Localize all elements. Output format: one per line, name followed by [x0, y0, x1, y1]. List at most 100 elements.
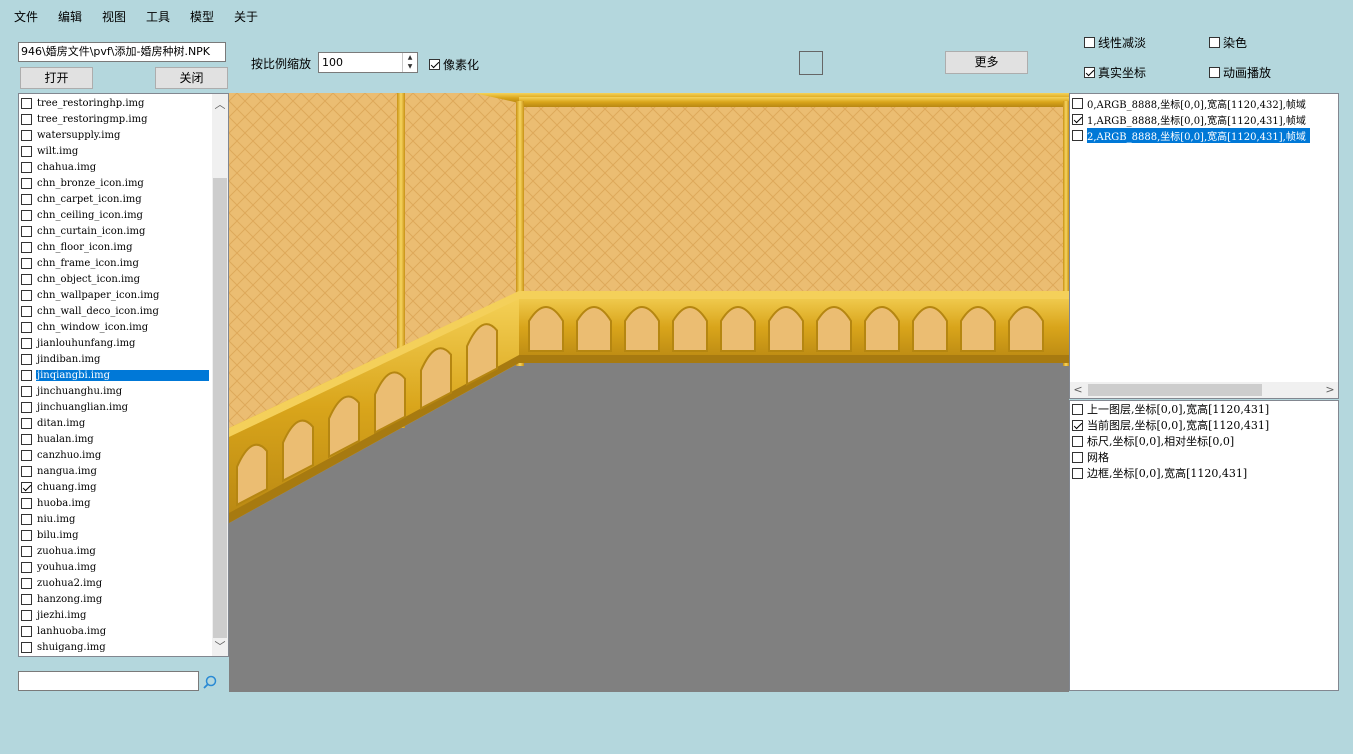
overlay-option-item[interactable]: 当前图层,坐标[0,0],宽高[1120,431] — [1072, 417, 1269, 433]
file-checkbox[interactable] — [21, 465, 32, 477]
scroll-right-icon[interactable]: > — [1322, 383, 1338, 396]
overlay-checkbox[interactable] — [1072, 419, 1083, 431]
file-list-item[interactable]: hualan.img — [21, 431, 211, 447]
file-path-field[interactable]: 946\婚房文件\pvf\添加-婚房种树.NPK — [18, 42, 226, 62]
file-checkbox[interactable] — [21, 609, 32, 621]
scale-spinbox[interactable]: 100 ▲ ▼ — [318, 52, 418, 73]
file-checkbox[interactable] — [21, 161, 32, 173]
animation-checkbox[interactable]: 动画播放 — [1209, 64, 1271, 81]
search-icon[interactable] — [203, 675, 217, 689]
real-coords-checkbox[interactable]: 真实坐标 — [1084, 64, 1146, 81]
file-checkbox[interactable] — [21, 129, 32, 141]
file-list-item[interactable]: nangua.img — [21, 463, 211, 479]
spin-up-icon[interactable]: ▲ — [403, 53, 417, 62]
file-checkbox[interactable] — [21, 257, 32, 269]
open-button[interactable]: 打开 — [20, 67, 93, 89]
file-list-item[interactable]: chn_carpet_icon.img — [21, 191, 211, 207]
layer-checkbox[interactable] — [1072, 129, 1083, 141]
file-checkbox[interactable] — [21, 561, 32, 573]
spin-down-icon[interactable]: ▼ — [403, 62, 417, 71]
file-list-item[interactable]: chn_wall_deco_icon.img — [21, 303, 211, 319]
file-list-item[interactable]: chn_wallpaper_icon.img — [21, 287, 211, 303]
file-list-item[interactable]: jinchuanghu.img — [21, 383, 211, 399]
file-checkbox[interactable] — [21, 433, 32, 445]
scroll-left-icon[interactable]: < — [1070, 383, 1086, 396]
file-checkbox[interactable] — [21, 449, 32, 461]
menu-edit[interactable]: 编辑 — [58, 8, 82, 25]
file-list-item[interactable]: bilu.img — [21, 527, 211, 543]
file-checkbox[interactable] — [21, 625, 32, 637]
file-checkbox[interactable] — [21, 241, 32, 253]
file-checkbox[interactable] — [21, 225, 32, 237]
layer-list-item[interactable]: 1,ARGB_8888,坐标[0,0],宽高[1120,431],帧域 — [1072, 111, 1306, 127]
search-input[interactable] — [18, 671, 199, 691]
overlay-option-item[interactable]: 网格 — [1072, 449, 1109, 465]
file-list-item[interactable]: chn_curtain_icon.img — [21, 223, 211, 239]
linear-fade-check-icon[interactable] — [1084, 37, 1095, 48]
file-checkbox[interactable] — [21, 145, 32, 157]
file-list-item[interactable]: tree_restoringmp.img — [21, 111, 211, 127]
file-checkbox[interactable] — [21, 641, 32, 653]
file-list-item[interactable]: huoba.img — [21, 495, 211, 511]
file-list-item[interactable]: niu.img — [21, 511, 211, 527]
file-checkbox[interactable] — [21, 289, 32, 301]
file-list-item[interactable]: chn_bronze_icon.img — [21, 175, 211, 191]
close-button[interactable]: 关闭 — [155, 67, 228, 89]
file-checkbox[interactable] — [21, 577, 32, 589]
file-list-item[interactable]: canzhuo.img — [21, 447, 211, 463]
menu-file[interactable]: 文件 — [14, 8, 38, 25]
layer-list-hscrollbar[interactable]: < > — [1070, 382, 1338, 398]
layer-checkbox[interactable] — [1072, 97, 1083, 109]
file-list-item[interactable]: zuohua2.img — [21, 575, 211, 591]
file-checkbox[interactable] — [21, 193, 32, 205]
scroll-down-icon[interactable]: ﹀ — [212, 638, 228, 654]
overlay-option-item[interactable]: 边框,坐标[0,0],宽高[1120,431] — [1072, 465, 1247, 481]
more-button[interactable]: 更多 — [945, 51, 1028, 74]
file-checkbox[interactable] — [21, 369, 32, 381]
scroll-up-icon[interactable]: ︿ — [212, 96, 228, 112]
file-checkbox[interactable] — [21, 321, 32, 333]
file-list-item[interactable]: chn_window_icon.img — [21, 319, 211, 335]
color-swatch[interactable] — [799, 51, 823, 75]
file-list-scrollbar[interactable]: ︿ ﹀ — [212, 94, 228, 656]
file-checkbox[interactable] — [21, 273, 32, 285]
menu-tools[interactable]: 工具 — [146, 8, 170, 25]
real-coords-check-icon[interactable] — [1084, 67, 1095, 78]
file-checkbox[interactable] — [21, 209, 32, 221]
file-list-item[interactable]: chuang.img — [21, 479, 211, 495]
file-list-item[interactable]: jiezhi.img — [21, 607, 211, 623]
animation-check-icon[interactable] — [1209, 67, 1220, 78]
file-list-item[interactable]: chn_ceiling_icon.img — [21, 207, 211, 223]
layer-checkbox[interactable] — [1072, 113, 1083, 125]
pixelate-checkbox[interactable]: 像素化 — [429, 56, 479, 73]
file-checkbox[interactable] — [21, 353, 32, 365]
file-checkbox[interactable] — [21, 593, 32, 605]
file-checkbox[interactable] — [21, 97, 32, 109]
file-list-item[interactable]: shuigang.img — [21, 639, 211, 655]
file-checkbox[interactable] — [21, 545, 32, 557]
file-checkbox[interactable] — [21, 305, 32, 317]
file-list-item[interactable]: watersupply.img — [21, 127, 211, 143]
file-list-item[interactable]: tree_restoringhp.img — [21, 95, 211, 111]
file-checkbox[interactable] — [21, 529, 32, 541]
menu-view[interactable]: 视图 — [102, 8, 126, 25]
file-list-item[interactable]: jinchuanglian.img — [21, 399, 211, 415]
dye-check-icon[interactable] — [1209, 37, 1220, 48]
file-checkbox[interactable] — [21, 337, 32, 349]
pixelate-check-icon[interactable] — [429, 59, 440, 70]
file-list-item[interactable]: wilt.img — [21, 143, 211, 159]
file-list-item[interactable]: ditan.img — [21, 415, 211, 431]
file-list-item[interactable]: zuohua.img — [21, 543, 211, 559]
overlay-option-item[interactable]: 上一图层,坐标[0,0],宽高[1120,431] — [1072, 401, 1269, 417]
overlay-options-list[interactable]: 上一图层,坐标[0,0],宽高[1120,431] 当前图层,坐标[0,0],宽高… — [1069, 400, 1339, 691]
file-checkbox[interactable] — [21, 417, 32, 429]
file-list-item[interactable]: jindiban.img — [21, 351, 211, 367]
file-list-item[interactable]: hanzong.img — [21, 591, 211, 607]
layer-list-item[interactable]: 2,ARGB_8888,坐标[0,0],宽高[1120,431],帧域 — [1072, 127, 1310, 143]
file-list-item[interactable]: chn_frame_icon.img — [21, 255, 211, 271]
file-checkbox[interactable] — [21, 481, 32, 493]
file-list-item[interactable]: jianlouhunfang.img — [21, 335, 211, 351]
linear-fade-checkbox[interactable]: 线性减淡 — [1084, 34, 1146, 51]
file-list-item[interactable]: lanhuoba.img — [21, 623, 211, 639]
scale-value[interactable]: 100 — [322, 56, 343, 69]
